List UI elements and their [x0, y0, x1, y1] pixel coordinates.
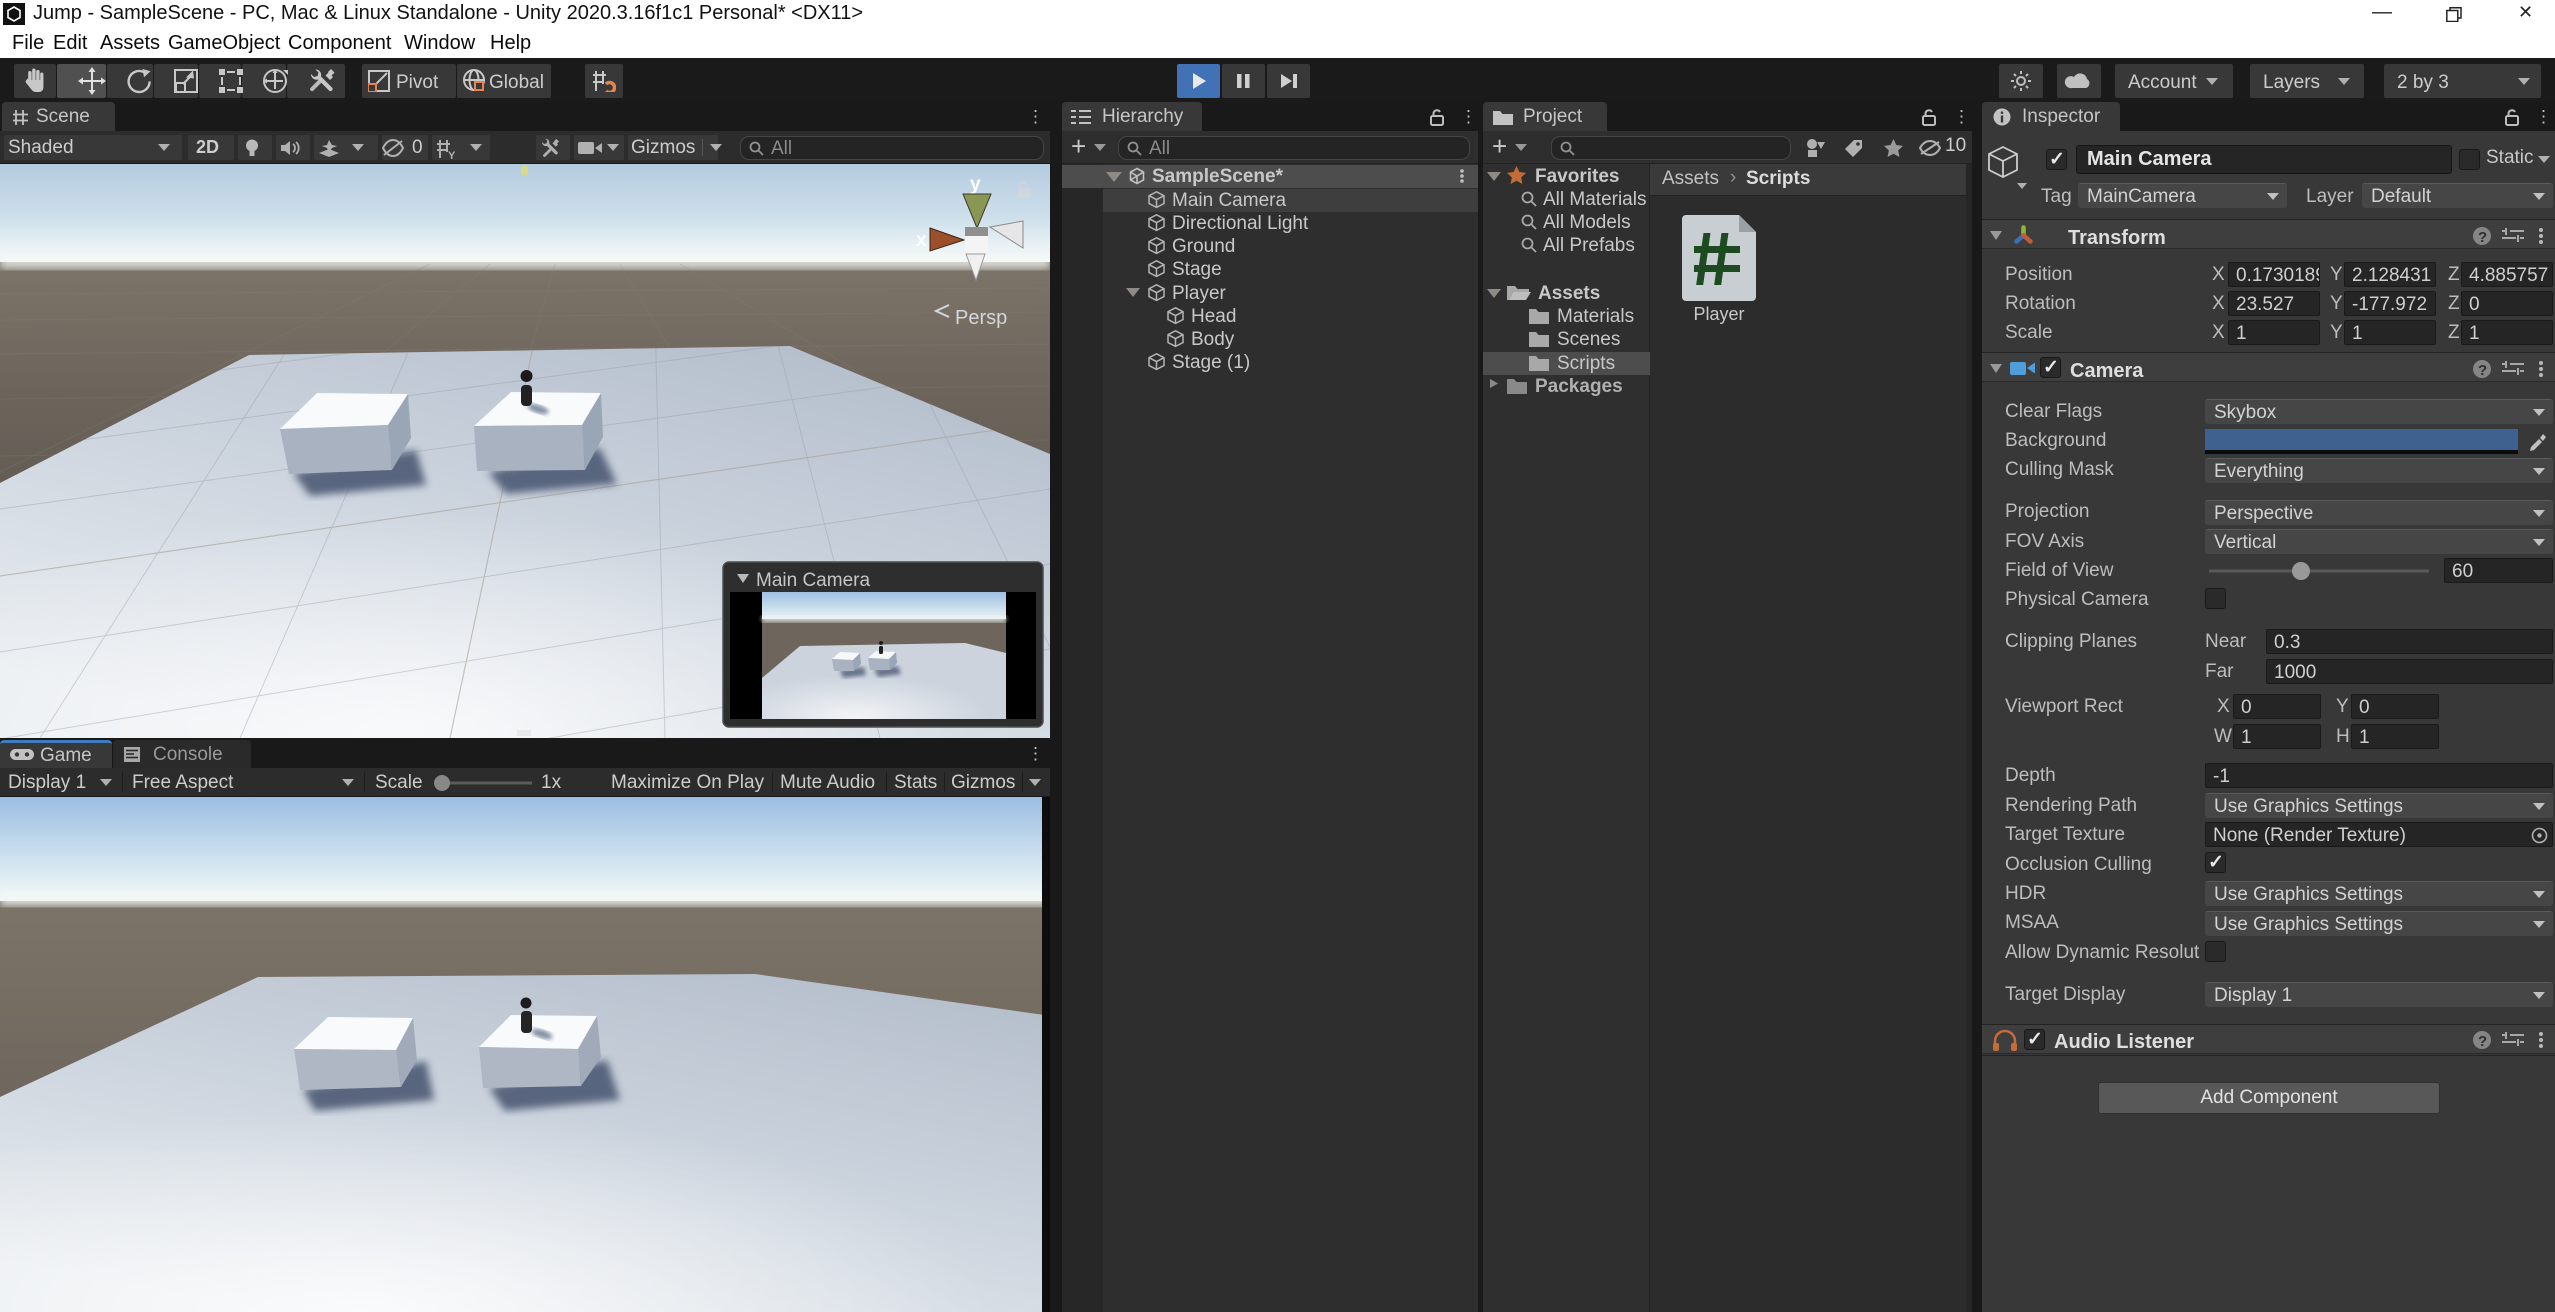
svg-text:Y: Y: [448, 150, 456, 159]
svg-text:Main Camera: Main Camera: [756, 570, 870, 591]
svg-text:?: ?: [2478, 362, 2487, 379]
svg-text:y: y: [970, 174, 981, 195]
svg-text:?: ?: [2478, 229, 2487, 246]
svg-text:x: x: [916, 230, 927, 251]
svg-text:Persp: Persp: [955, 307, 1007, 329]
svg-text:?: ?: [2478, 1033, 2487, 1050]
